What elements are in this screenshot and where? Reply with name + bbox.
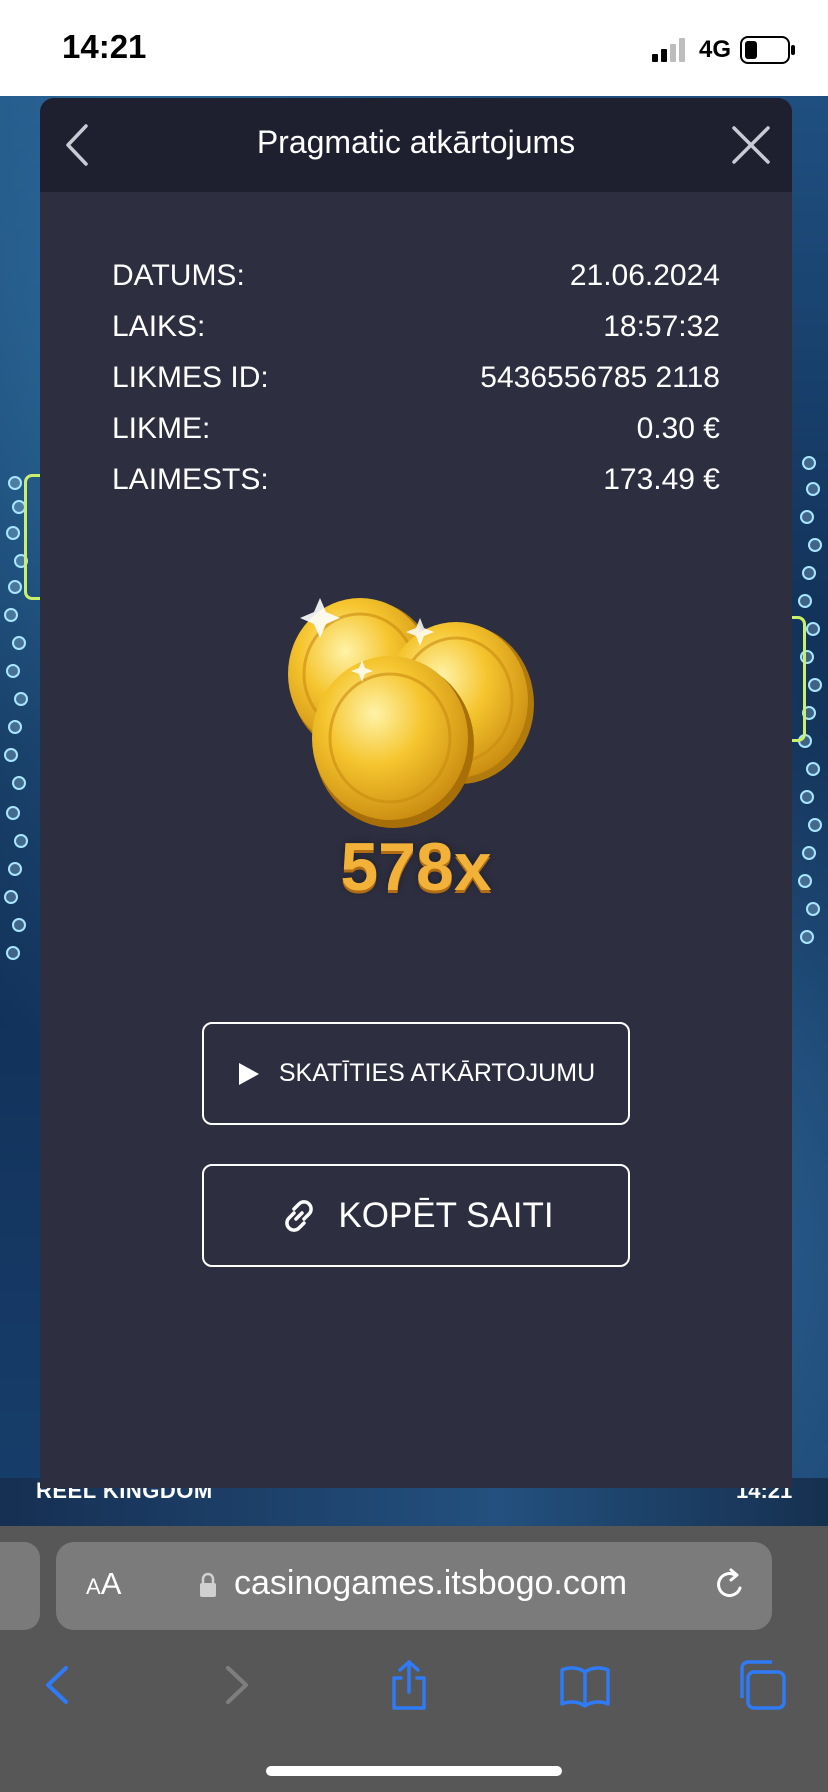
watch-replay-button[interactable]: SKATĪTIES ATKĀRTOJUMU xyxy=(202,1022,630,1125)
time-label: LAIKS: xyxy=(112,309,206,343)
previous-tab-stub[interactable] xyxy=(0,1542,40,1630)
forward-arrow-icon[interactable] xyxy=(208,1658,262,1712)
network-label: 4G xyxy=(699,36,732,63)
info-row-bet-id: LIKMES ID: 5436556785 2118 xyxy=(112,352,720,403)
address-bar[interactable]: AA casinogames.itsbogo.com xyxy=(56,1542,772,1630)
info-row-time: LAIKS: 18:57:32 xyxy=(112,301,720,352)
reader-options-button[interactable]: AA xyxy=(86,1566,121,1602)
time-value: 18:57:32 xyxy=(603,309,720,343)
link-icon xyxy=(278,1195,320,1237)
bookmarks-icon[interactable] xyxy=(558,1658,612,1712)
win-multiplier: 578x xyxy=(340,829,492,905)
modal-title: Pragmatic atkārtojums xyxy=(256,124,576,160)
bet-id-label: LIKMES ID: xyxy=(112,360,269,394)
bet-info-table: DATUMS: 21.06.2024 LAIKS: 18:57:32 LIKME… xyxy=(112,250,720,505)
aa-big-label: A xyxy=(100,1566,122,1601)
share-icon[interactable] xyxy=(382,1658,436,1712)
gold-coins-icon xyxy=(288,598,534,828)
url-text: casinogames.itsbogo.com xyxy=(234,1564,628,1602)
tabs-icon[interactable] xyxy=(734,1658,788,1712)
play-icon xyxy=(237,1061,261,1087)
signal-icon xyxy=(652,38,685,62)
copy-link-label: KOPĒT SAITI xyxy=(338,1195,554,1235)
replay-modal: Pragmatic atkārtojums DATUMS: 21.06.2024… xyxy=(40,98,792,1488)
browser-bottom-bar: AA casinogames.itsbogo.com xyxy=(0,1526,828,1792)
date-value: 21.06.2024 xyxy=(569,258,720,292)
status-bar: 14:21 4G xyxy=(0,0,828,96)
bet-id-value: 5436556785 2118 xyxy=(480,360,720,394)
close-icon xyxy=(732,126,770,164)
reload-icon[interactable] xyxy=(710,1566,748,1606)
home-indicator[interactable] xyxy=(266,1766,562,1776)
modal-header: Pragmatic atkārtojums xyxy=(40,98,792,192)
info-row-win: LAIMESTS: 173.49 € xyxy=(112,454,720,505)
info-row-date: DATUMS: 21.06.2024 xyxy=(112,250,720,301)
info-row-stake: LIKME: 0.30 € xyxy=(112,403,720,454)
aa-small-label: A xyxy=(86,1574,101,1599)
date-label: DATUMS: xyxy=(112,258,245,292)
win-label: LAIMESTS: xyxy=(112,462,269,496)
watch-replay-label: SKATĪTIES ATKĀRTOJUMU xyxy=(278,1059,596,1087)
status-time: 14:21 xyxy=(62,28,147,65)
stake-label: LIKME: xyxy=(112,411,211,445)
lock-icon xyxy=(200,1572,216,1597)
win-value: 173.49 € xyxy=(603,462,720,496)
copy-link-button[interactable]: KOPĒT SAITI xyxy=(202,1164,630,1267)
close-button[interactable] xyxy=(726,120,776,170)
stake-value: 0.30 € xyxy=(636,411,720,445)
battery-icon xyxy=(740,36,795,64)
back-arrow-icon[interactable] xyxy=(32,1658,86,1712)
